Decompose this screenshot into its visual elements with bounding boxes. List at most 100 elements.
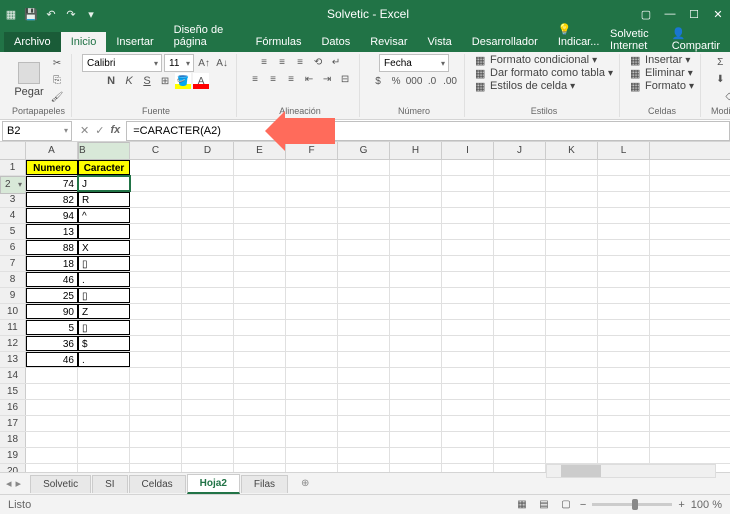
cell[interactable]: $ xyxy=(78,336,130,351)
cell[interactable] xyxy=(234,272,286,287)
cell[interactable] xyxy=(442,192,494,207)
cell[interactable] xyxy=(442,368,494,383)
cell[interactable] xyxy=(390,432,442,447)
cell[interactable] xyxy=(338,368,390,383)
cell[interactable] xyxy=(78,464,130,472)
cell[interactable] xyxy=(546,288,598,303)
cell[interactable]: 82 xyxy=(26,192,78,207)
cell[interactable] xyxy=(598,272,650,287)
row-header[interactable]: 3 xyxy=(0,192,26,207)
cell[interactable] xyxy=(598,384,650,399)
cell[interactable] xyxy=(338,320,390,335)
cell[interactable]: 88 xyxy=(26,240,78,255)
font-color-icon[interactable]: A xyxy=(193,73,209,89)
cell[interactable] xyxy=(338,352,390,367)
cell[interactable] xyxy=(286,208,338,223)
cell[interactable] xyxy=(234,256,286,271)
cell[interactable] xyxy=(286,176,338,191)
cell[interactable] xyxy=(546,240,598,255)
fill-icon[interactable]: ⬇ xyxy=(712,71,728,87)
cell[interactable] xyxy=(390,256,442,271)
row-header[interactable]: 11 xyxy=(0,320,26,335)
cell[interactable] xyxy=(130,416,182,431)
cell[interactable] xyxy=(598,256,650,271)
cell[interactable] xyxy=(390,304,442,319)
cell[interactable] xyxy=(494,368,546,383)
cell[interactable]: . xyxy=(78,272,130,287)
cell[interactable] xyxy=(234,304,286,319)
cell[interactable] xyxy=(130,160,182,175)
share-button[interactable]: 👤 Compartir xyxy=(672,27,720,52)
cell[interactable]: 13 xyxy=(26,224,78,239)
cell[interactable] xyxy=(546,176,598,191)
cell[interactable] xyxy=(234,384,286,399)
cell[interactable] xyxy=(598,160,650,175)
sheet-tab[interactable]: Celdas xyxy=(129,475,186,493)
cell[interactable] xyxy=(390,224,442,239)
cell-styles-button[interactable]: ▦Estilos de celda ▾ xyxy=(475,80,575,92)
cell[interactable] xyxy=(442,272,494,287)
delete-cells-button[interactable]: ▦Eliminar ▾ xyxy=(630,67,693,79)
cell[interactable] xyxy=(234,352,286,367)
account-name[interactable]: Solvetic Internet xyxy=(610,28,664,52)
row-header[interactable]: 16 xyxy=(0,400,26,415)
cell[interactable] xyxy=(338,384,390,399)
cell[interactable] xyxy=(130,176,182,191)
cell[interactable] xyxy=(182,256,234,271)
col-header[interactable]: J xyxy=(494,142,546,159)
tab-nav-first-icon[interactable]: ◂ xyxy=(6,477,12,490)
cancel-formula-icon[interactable]: ✕ xyxy=(80,124,89,137)
cell[interactable] xyxy=(390,448,442,463)
cell[interactable] xyxy=(338,272,390,287)
cell[interactable] xyxy=(442,336,494,351)
formula-input[interactable]: =CARACTER(A2) xyxy=(126,121,730,141)
autosum-icon[interactable]: Σ xyxy=(712,54,728,70)
cell[interactable] xyxy=(494,240,546,255)
copy-icon[interactable]: ⎘ xyxy=(49,72,65,88)
tab-developer[interactable]: Desarrollador xyxy=(462,32,548,52)
cell[interactable] xyxy=(286,320,338,335)
sheet-tab[interactable]: Filas xyxy=(241,475,288,493)
save-icon[interactable]: 💾 xyxy=(24,7,38,21)
cell[interactable]: 46 xyxy=(26,272,78,287)
cell[interactable] xyxy=(598,288,650,303)
row-header[interactable]: 12 xyxy=(0,336,26,351)
cell[interactable] xyxy=(546,304,598,319)
number-format-select[interactable]: Fecha xyxy=(379,54,449,72)
cell[interactable] xyxy=(546,320,598,335)
accept-formula-icon[interactable]: ✓ xyxy=(95,124,104,137)
cell[interactable] xyxy=(286,464,338,472)
select-all-corner[interactable] xyxy=(0,142,26,159)
cell[interactable] xyxy=(546,160,598,175)
cell[interactable] xyxy=(598,240,650,255)
cell[interactable] xyxy=(442,352,494,367)
cell[interactable] xyxy=(286,304,338,319)
cell[interactable] xyxy=(442,288,494,303)
cell[interactable] xyxy=(234,336,286,351)
cell[interactable] xyxy=(78,432,130,447)
cell[interactable] xyxy=(390,240,442,255)
row-header[interactable]: 10 xyxy=(0,304,26,319)
paste-button[interactable]: Pegar xyxy=(12,57,46,103)
cell[interactable] xyxy=(286,352,338,367)
cell[interactable] xyxy=(182,352,234,367)
cell[interactable] xyxy=(598,352,650,367)
cell[interactable]: X xyxy=(78,240,130,255)
cell[interactable]: Z xyxy=(78,304,130,319)
cell[interactable] xyxy=(78,384,130,399)
cell[interactable] xyxy=(26,400,78,415)
cell[interactable] xyxy=(234,160,286,175)
cell[interactable] xyxy=(286,160,338,175)
cell[interactable] xyxy=(494,192,546,207)
cell[interactable] xyxy=(130,272,182,287)
cut-icon[interactable]: ✂ xyxy=(49,55,65,71)
cell[interactable] xyxy=(182,288,234,303)
cell[interactable] xyxy=(286,432,338,447)
insert-cells-button[interactable]: ▦Insertar ▾ xyxy=(630,54,690,66)
cell[interactable] xyxy=(494,384,546,399)
view-break-icon[interactable]: ▢ xyxy=(558,497,574,513)
tab-nav-last-icon[interactable]: ▸ xyxy=(16,477,22,490)
cell[interactable]: J xyxy=(78,176,130,191)
inc-decimal-icon[interactable]: .0 xyxy=(424,73,440,89)
ribbon-options-icon[interactable]: ▢ xyxy=(638,7,654,21)
